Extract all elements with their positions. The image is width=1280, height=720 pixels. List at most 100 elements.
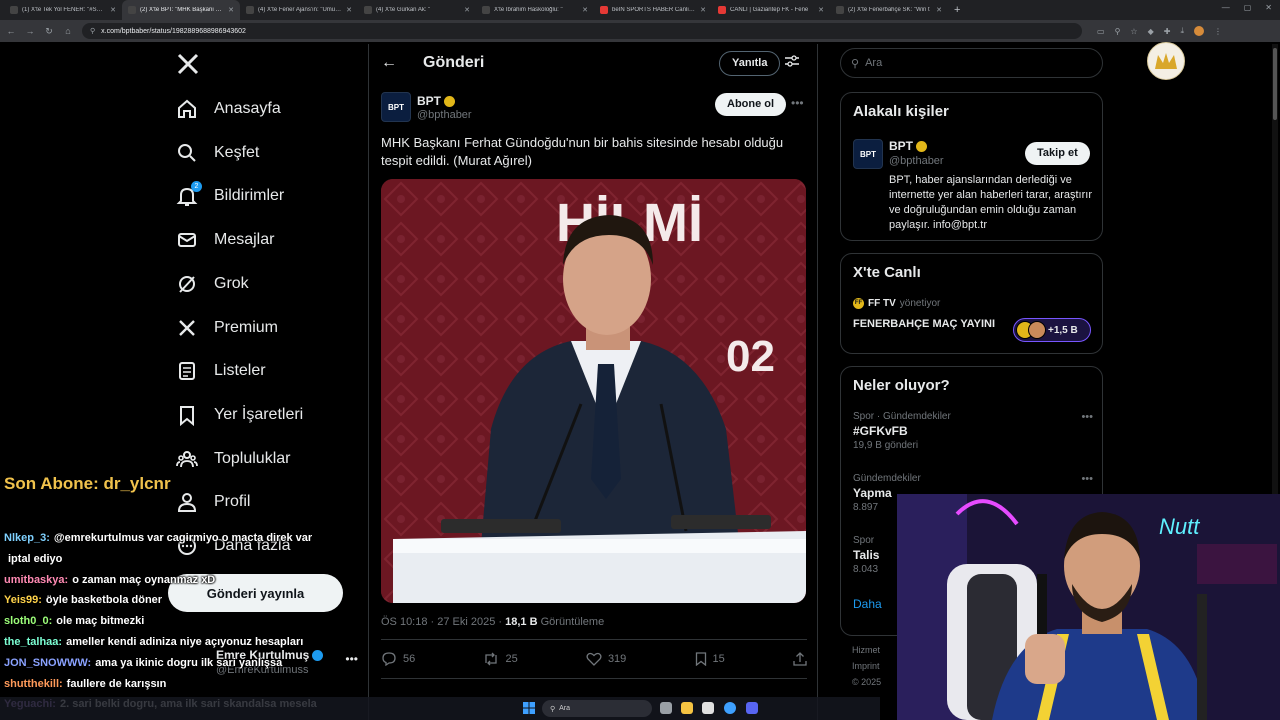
tweet-timestamp[interactable]: ÖS 10:18 · 27 Eki 2025 · bbox=[381, 616, 505, 628]
related-name[interactable]: BPT bbox=[889, 139, 913, 153]
nav-item[interactable]: 2 Bildirimler bbox=[176, 181, 284, 207]
chrome-icon[interactable] bbox=[724, 702, 736, 714]
bookmark-count: 15 bbox=[712, 653, 725, 665]
star-icon[interactable]: ☆ bbox=[1130, 27, 1137, 36]
author-avatar[interactable]: BPT bbox=[381, 92, 411, 122]
close-icon[interactable]: ✕ bbox=[700, 6, 706, 14]
footer-link[interactable]: Imprint bbox=[852, 658, 881, 674]
nav-item[interactable]: Premium bbox=[176, 317, 278, 339]
nav-item[interactable]: Yer İşaretleri bbox=[176, 404, 303, 426]
tweet-photo[interactable]: HİLMİ 02 bbox=[381, 179, 806, 603]
reload-icon[interactable]: ↻ bbox=[44, 26, 54, 37]
tab-title: (4) X'te Fener Ajans'ın: "Umut S bbox=[258, 7, 343, 13]
nav-item[interactable]: Anasayfa bbox=[176, 98, 281, 120]
nav-item[interactable]: Listeler bbox=[176, 360, 266, 382]
browser-tab[interactable]: CANLI | Gaziantep FK - Fene ✕ bbox=[712, 0, 830, 20]
reply-button[interactable]: Yanıtla bbox=[719, 51, 781, 76]
show-more-link[interactable]: Daha bbox=[853, 597, 882, 611]
related-handle[interactable]: @bpthaber bbox=[889, 155, 944, 167]
like-action[interactable]: 319 bbox=[586, 652, 626, 666]
task-view-icon[interactable] bbox=[660, 702, 672, 714]
bookmark-action[interactable]: 15 bbox=[695, 652, 725, 666]
reply-action[interactable]: 56 bbox=[381, 652, 415, 666]
browser-tab[interactable]: (2) X'te BPT: "MHK Başkanı Fer ✕ bbox=[122, 0, 240, 20]
views-label: Görüntüleme bbox=[537, 616, 605, 628]
share-action[interactable] bbox=[793, 652, 807, 666]
tab-title: beIN SPORTS HABER Canlı Yay bbox=[612, 7, 697, 13]
back-arrow-icon[interactable]: ← bbox=[381, 54, 397, 72]
minimize-icon[interactable]: — bbox=[1222, 3, 1230, 12]
notification-badge: 2 bbox=[191, 181, 202, 193]
tweet-author: BPT BPT @bpthaber Abone ol ••• bbox=[381, 92, 807, 128]
close-icon[interactable]: ✕ bbox=[110, 6, 116, 14]
footer-link[interactable]: Hizmet bbox=[852, 642, 881, 658]
trend-item[interactable]: Spor · Gündemdekiler #GFKvFB 19,9 B gönder… bbox=[853, 411, 1093, 451]
nav-item[interactable]: Grok bbox=[176, 273, 249, 295]
more-icon[interactable]: ••• bbox=[791, 96, 804, 110]
tab-favicon bbox=[836, 6, 844, 14]
browser-tab[interactable]: beIN SPORTS HABER Canlı Yay ✕ bbox=[594, 0, 712, 20]
home-icon[interactable]: ⌂ bbox=[63, 26, 73, 36]
tab-title: (2) X'te Fenerbahçe SK: "Win t bbox=[848, 7, 930, 13]
puzzle-icon[interactable]: ✚ bbox=[1164, 27, 1171, 36]
new-tab-button[interactable]: + bbox=[948, 4, 966, 16]
taskbar-search[interactable]: ⚲ Ara bbox=[542, 700, 652, 717]
menu-icon[interactable]: ⋮ bbox=[1214, 27, 1222, 36]
close-icon[interactable]: ✕ bbox=[346, 6, 352, 14]
author-name[interactable]: BPT bbox=[417, 94, 441, 108]
search-input[interactable]: ⚲ Ara bbox=[840, 48, 1103, 78]
more-icon[interactable]: ••• bbox=[1081, 473, 1093, 485]
chat-text: öyle basketbola döner bbox=[45, 594, 163, 607]
nav-item[interactable]: Profil bbox=[176, 491, 250, 513]
nav-item[interactable]: Mesajlar bbox=[176, 229, 274, 251]
follow-button[interactable]: Takip et bbox=[1025, 142, 1090, 165]
chat-message: sloth0_0: ole maç bitmezki bbox=[4, 615, 144, 627]
cast-icon[interactable]: ▭ bbox=[1097, 27, 1105, 36]
tab-title: (1) X'te Tek Yol FENER: "#SONC bbox=[22, 7, 107, 13]
url-input[interactable]: ⚲ x.com/bptbaber/status/1982889688986943… bbox=[82, 23, 1082, 39]
x-logo-icon[interactable] bbox=[176, 52, 200, 83]
chat-message: umitbaskya: o zaman maç oynanmaz xD bbox=[4, 574, 215, 586]
profile-avatar[interactable] bbox=[1194, 26, 1204, 36]
nav-item[interactable]: Keşfet bbox=[176, 142, 259, 164]
browser-tab[interactable]: (1) X'te Tek Yol FENER: "#SONC ✕ bbox=[4, 0, 122, 20]
zoom-icon[interactable]: ⚲ bbox=[1115, 27, 1121, 36]
mail-icon bbox=[176, 229, 198, 251]
close-icon[interactable]: ✕ bbox=[936, 6, 942, 14]
forward-icon[interactable]: → bbox=[25, 26, 35, 36]
downloads-icon[interactable]: ⤓ bbox=[1180, 26, 1184, 36]
nav-item[interactable]: Topluluklar bbox=[176, 448, 290, 470]
repost-action[interactable]: 25 bbox=[483, 652, 518, 666]
browser-tab[interactable]: (4) X'te Gürkan Ak: " ✕ bbox=[358, 0, 476, 20]
tab-title: (4) X'te Gürkan Ak: " bbox=[376, 7, 431, 13]
store-icon[interactable] bbox=[702, 702, 714, 714]
scrollbar-thumb[interactable] bbox=[1273, 48, 1277, 120]
related-avatar[interactable]: BPT bbox=[853, 139, 883, 169]
maximize-icon[interactable]: ▢ bbox=[1244, 3, 1252, 12]
close-icon[interactable]: ✕ bbox=[464, 6, 470, 14]
close-window-icon[interactable]: ✕ bbox=[1265, 3, 1272, 12]
browser-tab[interactable]: (4) X'te Fener Ajans'ın: "Umut S ✕ bbox=[240, 0, 358, 20]
repost-count: 25 bbox=[505, 653, 518, 665]
backdrop-text-number: 02 bbox=[726, 332, 775, 381]
file-explorer-icon[interactable] bbox=[681, 702, 693, 714]
author-handle[interactable]: @bpthaber bbox=[417, 109, 472, 121]
windows-start-icon[interactable] bbox=[523, 702, 535, 714]
subscribe-button[interactable]: Abone ol bbox=[715, 93, 787, 116]
browser-tab[interactable]: X'te İbrahim Haskoloğlu: " ✕ bbox=[476, 0, 594, 20]
discord-icon[interactable] bbox=[746, 702, 758, 714]
close-icon[interactable]: ✕ bbox=[228, 6, 234, 14]
tweet-text: MHK Başkanı Ferhat Gündoğdu'nun bir bahi… bbox=[381, 135, 784, 168]
extension-icon[interactable]: ◆ bbox=[1148, 27, 1154, 36]
site-info-icon[interactable]: ⚲ bbox=[90, 27, 95, 35]
more-icon[interactable]: ••• bbox=[1081, 411, 1093, 423]
settings-sliders-icon[interactable] bbox=[785, 55, 799, 70]
browser-tab[interactable]: (2) X'te Fenerbahçe SK: "Win t ✕ bbox=[830, 0, 948, 20]
back-icon[interactable]: ← bbox=[6, 26, 16, 36]
tab-favicon bbox=[482, 6, 490, 14]
more-icon[interactable]: ••• bbox=[345, 652, 358, 666]
close-icon[interactable]: ✕ bbox=[582, 6, 588, 14]
close-icon[interactable]: ✕ bbox=[818, 6, 824, 14]
listener-pill[interactable]: +1,5 B bbox=[1013, 318, 1091, 342]
live-on-x-card[interactable]: X'te Canlı FF FF TV yönetiyor FENERBAHÇE… bbox=[840, 253, 1103, 354]
